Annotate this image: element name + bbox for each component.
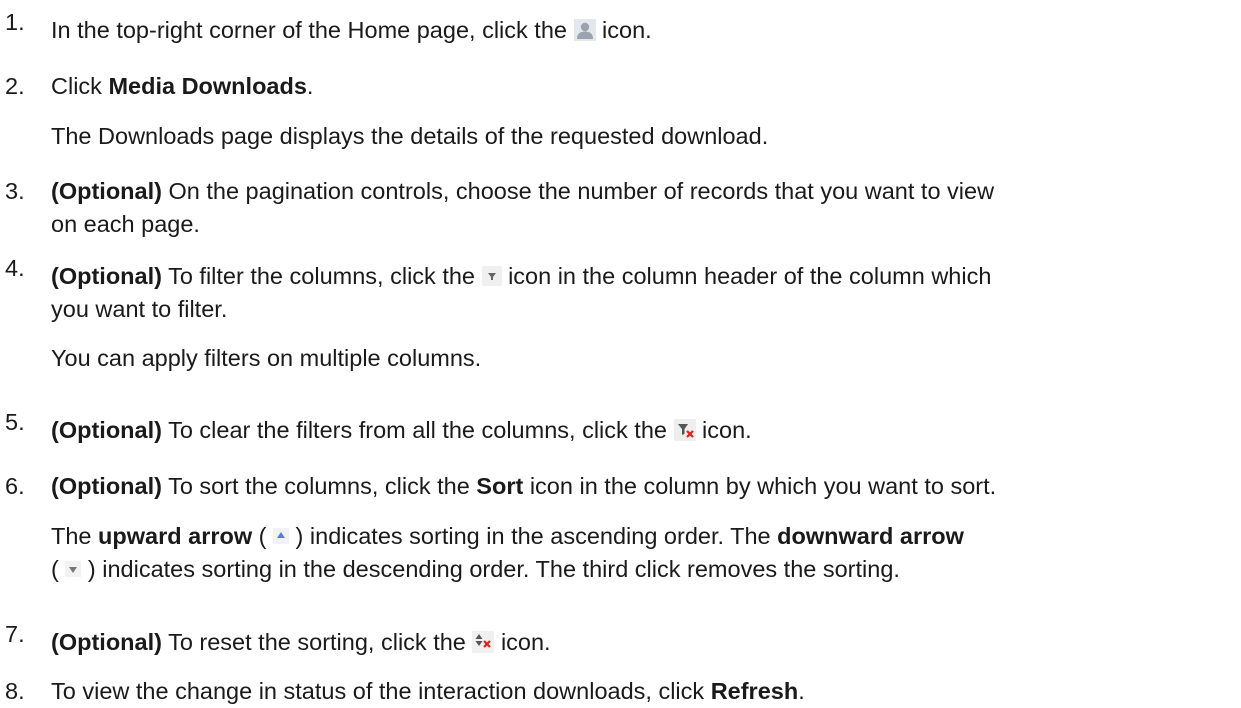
step-number: 3. bbox=[5, 178, 25, 204]
step-text-a: To sort the columns, click the bbox=[168, 473, 470, 499]
step-text-a: To view the change in status of the inte… bbox=[51, 678, 705, 704]
step-text-c: you want to filter. bbox=[51, 296, 228, 322]
note-text-b: ( bbox=[258, 523, 267, 549]
step-number: 5. bbox=[5, 409, 25, 435]
upward-arrow-label: upward arrow bbox=[98, 523, 253, 549]
step-text: (Optional) On the pagination controls, c… bbox=[51, 175, 1231, 241]
step-text-a: To reset the sorting, click the bbox=[168, 629, 466, 655]
note-text-a: The bbox=[51, 523, 92, 549]
step-text: In the top-right corner of the Home page… bbox=[51, 14, 1231, 47]
note-text-c: ) indicates sorting in the ascending ord… bbox=[295, 523, 771, 549]
clear-filter-icon bbox=[673, 418, 696, 441]
sort-descending-icon bbox=[65, 560, 82, 577]
step-text-b: . bbox=[306, 73, 314, 99]
note-text-e: ) indicates sorting in the descending or… bbox=[87, 556, 900, 582]
step-text-b: icon. bbox=[602, 17, 652, 43]
sort-label: Sort bbox=[476, 473, 524, 499]
step-text: (Optional) To reset the sorting, click t… bbox=[51, 626, 1231, 659]
optional-label: (Optional) bbox=[51, 473, 162, 499]
step-text-b: icon. bbox=[702, 417, 752, 443]
optional-label: (Optional) bbox=[51, 629, 162, 655]
step-text-a: In the top-right corner of the Home page… bbox=[51, 17, 567, 43]
step-text: (Optional) To sort the columns, click th… bbox=[51, 470, 1231, 503]
step-text-b: icon in the column by which you want to … bbox=[529, 473, 997, 499]
step-text-a: To clear the filters from all the column… bbox=[168, 417, 667, 443]
step-text-a: Click bbox=[51, 73, 102, 99]
step-number: 1. bbox=[5, 9, 25, 35]
step-text: (Optional) To filter the columns, click … bbox=[51, 260, 1231, 326]
menu-item-name: Media Downloads bbox=[108, 73, 307, 99]
note-text-d: ( bbox=[51, 556, 59, 582]
reset-sort-icon bbox=[472, 630, 495, 653]
user-icon bbox=[573, 18, 596, 41]
step-text-a: On the pagination controls, choose the n… bbox=[168, 178, 995, 204]
step-text: Click Media Downloads. bbox=[51, 70, 1231, 103]
refresh-label: Refresh bbox=[710, 678, 799, 704]
downward-arrow-label: downward arrow bbox=[777, 523, 964, 549]
step-number: 4. bbox=[5, 255, 25, 281]
filter-icon bbox=[481, 265, 502, 286]
step-2-note: The Downloads page displays the details … bbox=[51, 123, 769, 149]
step-text-a: To filter the columns, click the bbox=[168, 263, 475, 289]
step-number: 7. bbox=[5, 621, 25, 647]
step-text-b: on each page. bbox=[51, 211, 200, 237]
step-text-b: icon. bbox=[500, 629, 551, 655]
optional-label: (Optional) bbox=[51, 263, 162, 289]
step-number: 2. bbox=[5, 73, 25, 99]
step-text-b: icon in the column header of the column … bbox=[508, 263, 992, 289]
step-4-note: You can apply filters on multiple column… bbox=[51, 345, 482, 371]
sort-ascending-icon bbox=[273, 527, 290, 544]
step-number: 6. bbox=[5, 473, 25, 499]
step-text: (Optional) To clear the filters from all… bbox=[51, 414, 1231, 447]
step-6-note: The upward arrow ( ) indicates sorting i… bbox=[51, 520, 1231, 586]
optional-label: (Optional) bbox=[51, 178, 162, 204]
optional-label: (Optional) bbox=[51, 417, 162, 443]
step-text-b: . bbox=[798, 678, 805, 704]
